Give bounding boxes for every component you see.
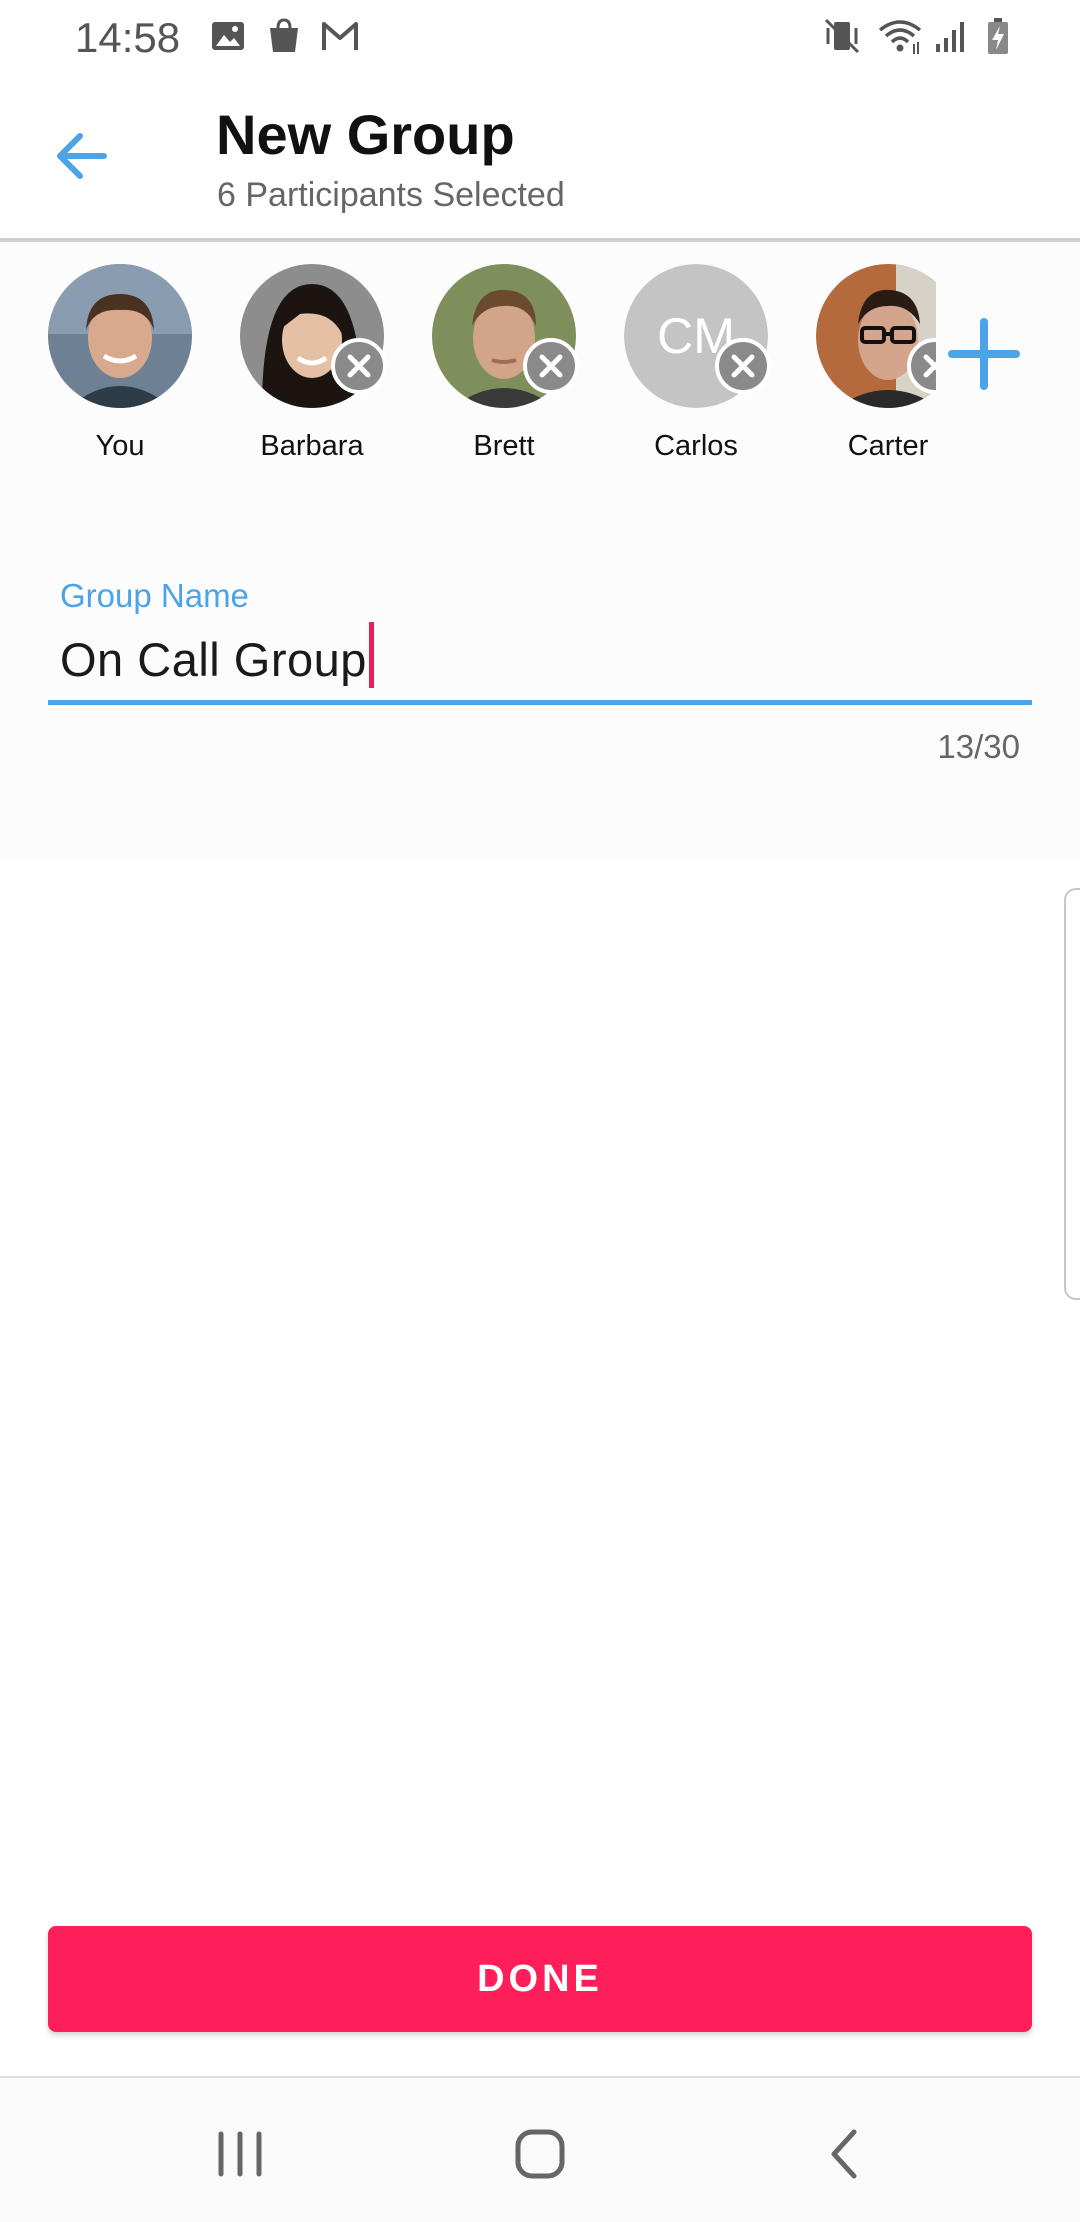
- participant-name: Brett: [473, 430, 535, 462]
- gallery-icon: [212, 22, 244, 50]
- page-subtitle: 6 Participants Selected: [217, 176, 565, 214]
- close-icon: [347, 354, 371, 378]
- arrow-left-icon[interactable]: [42, 114, 126, 198]
- participant-name: Carter: [847, 430, 929, 462]
- participants-strip[interactable]: You Barbara Brett CM Carlos Carter: [0, 264, 936, 504]
- status-time: 14:58: [75, 14, 181, 61]
- group-name-label: Group Name: [60, 577, 249, 614]
- close-icon: [539, 354, 563, 378]
- navigation-bar: [0, 2076, 1080, 2222]
- shopping-bag-icon: [270, 18, 298, 52]
- recent-apps-icon[interactable]: [195, 2108, 285, 2198]
- vibrate-mute-icon: [824, 18, 860, 54]
- character-counter: 13/30: [937, 728, 1020, 765]
- avatar: [48, 264, 192, 408]
- battery-charging-icon: [988, 18, 1008, 54]
- page-title: New Group: [216, 103, 515, 166]
- participant-you[interactable]: You: [24, 264, 216, 494]
- close-icon: [923, 354, 936, 378]
- participant-carter[interactable]: Carter: [792, 264, 936, 494]
- signal-icon: [936, 22, 964, 52]
- plus-icon[interactable]: [942, 312, 1026, 396]
- group-setup-section: You Barbara Brett CM Carlos Carter Group…: [0, 242, 1080, 860]
- edge-panel-handle[interactable]: [1064, 888, 1080, 1300]
- done-button[interactable]: DONE: [48, 1926, 1032, 2032]
- remove-participant-button[interactable]: [715, 338, 771, 394]
- back-icon[interactable]: [800, 2108, 890, 2198]
- app-header: New Group 6 Participants Selected: [0, 72, 1080, 240]
- participant-barbara[interactable]: Barbara: [216, 264, 408, 494]
- close-icon: [731, 354, 755, 378]
- wifi-icon: [878, 20, 922, 54]
- participant-carlos[interactable]: CM Carlos: [600, 264, 792, 494]
- status-bar: 14:58: [0, 0, 1080, 72]
- remove-participant-button[interactable]: [331, 338, 387, 394]
- avatar-photo: [48, 264, 192, 408]
- group-name-input[interactable]: On Call Group: [60, 622, 374, 688]
- remove-participant-button[interactable]: [523, 338, 579, 394]
- participant-name: You: [95, 430, 145, 462]
- gmail-icon: [322, 22, 358, 50]
- participant-name: Barbara: [260, 430, 364, 462]
- group-name-underline: [48, 700, 1032, 705]
- participant-brett[interactable]: Brett: [408, 264, 600, 494]
- participant-name: Carlos: [654, 430, 738, 462]
- text-caret: [368, 622, 374, 688]
- group-name-value: On Call Group: [60, 633, 367, 686]
- home-icon[interactable]: [495, 2108, 585, 2198]
